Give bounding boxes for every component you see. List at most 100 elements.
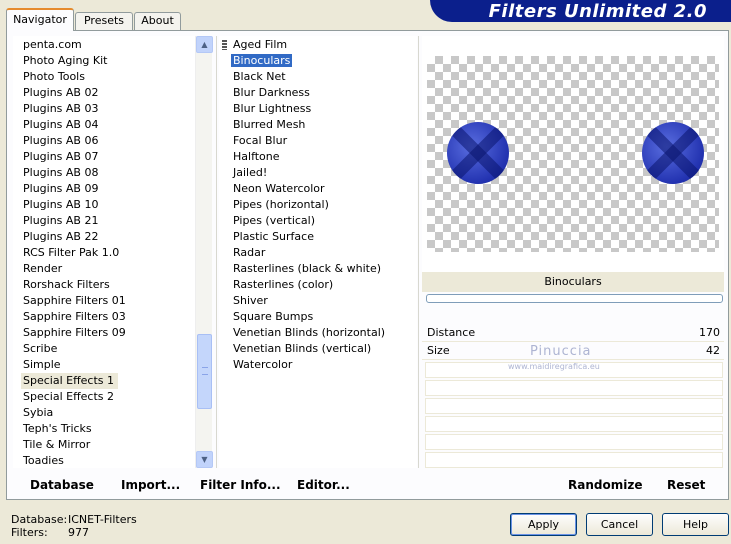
category-item[interactable]: Photo Tools [13, 69, 195, 85]
filter-item[interactable]: Radar [219, 245, 417, 261]
tab-presets[interactable]: Presets [75, 12, 133, 30]
filter-info-button[interactable]: Filter Info... [200, 476, 281, 494]
category-label: Sapphire Filters 01 [23, 294, 126, 307]
filter-item[interactable]: Plastic Surface [219, 229, 417, 245]
apply-button[interactable]: Apply [510, 513, 577, 536]
param-slot [425, 380, 723, 396]
filter-label: Venetian Blinds (vertical) [233, 342, 372, 355]
param-slot [425, 434, 723, 450]
category-item[interactable]: Plugins AB 09 [13, 181, 195, 197]
category-label: Sybia [23, 406, 54, 419]
filter-item[interactable]: Rasterlines (color) [219, 277, 417, 293]
category-label: Scribe [23, 342, 58, 355]
category-item[interactable]: Scribe [13, 341, 195, 357]
category-item[interactable]: Render [13, 261, 195, 277]
category-item[interactable]: RCS Filter Pak 1.0 [13, 245, 195, 261]
filter-item[interactable]: Neon Watercolor [219, 181, 417, 197]
filter-item[interactable]: Blurred Mesh [219, 117, 417, 133]
category-item[interactable]: Plugins AB 04 [13, 117, 195, 133]
filter-label: Rasterlines (black & white) [233, 262, 382, 275]
scroll-up-button[interactable]: ▲ [196, 36, 213, 53]
category-item[interactable]: Sybia [13, 405, 195, 421]
category-item[interactable]: Special Effects 1 [13, 373, 195, 389]
tab-navigator[interactable]: Navigator [6, 8, 74, 31]
category-item[interactable]: Toadies [13, 453, 195, 468]
param-label: Size [427, 344, 450, 357]
param-slot [425, 416, 723, 432]
status-value: ICNET-Filters [68, 513, 137, 526]
filter-item[interactable]: Pipes (vertical) [219, 213, 417, 229]
category-label: Plugins AB 08 [23, 166, 99, 179]
cancel-button[interactable]: Cancel [586, 513, 653, 536]
parameter-panel: Binoculars Distance 170 Size 42 Pinuccia… [422, 272, 724, 468]
reset-button[interactable]: Reset [667, 476, 705, 494]
filter-label: Focal Blur [233, 134, 288, 147]
filter-item[interactable]: Binoculars [219, 53, 417, 69]
help-button[interactable]: Help [662, 513, 729, 536]
filter-item[interactable]: Rasterlines (black & white) [219, 261, 417, 277]
scroll-thumb[interactable] [197, 334, 212, 409]
scroll-down-button[interactable]: ▼ [196, 451, 213, 468]
list-divider [418, 36, 419, 468]
filter-item[interactable]: Aged Film [219, 37, 417, 53]
filter-item[interactable]: Blur Darkness [219, 85, 417, 101]
category-item[interactable]: Rorshack Filters [13, 277, 195, 293]
filter-list[interactable]: Aged Film Binoculars Black Net Blur Darknes… [219, 36, 417, 468]
editor-button[interactable]: Editor... [297, 476, 350, 494]
filter-label: Watercolor [233, 358, 293, 371]
category-item[interactable]: Plugins AB 03 [13, 101, 195, 117]
category-label: Plugins AB 02 [23, 86, 99, 99]
category-item[interactable]: Sapphire Filters 01 [13, 293, 195, 309]
filter-label: Blurred Mesh [233, 118, 306, 131]
filter-label: Neon Watercolor [233, 182, 325, 195]
database-button[interactable]: Database [30, 476, 94, 494]
status-filters: Filters: 977 [11, 526, 89, 539]
category-item[interactable]: Plugins AB 21 [13, 213, 195, 229]
category-label: Teph's Tricks [23, 422, 92, 435]
filter-item[interactable]: Jailed! [219, 165, 417, 181]
randomize-button[interactable]: Randomize [568, 476, 642, 494]
filter-item[interactable]: Halftone [219, 149, 417, 165]
param-distance[interactable]: Distance 170 [422, 324, 724, 342]
filter-label: Venetian Blinds (horizontal) [233, 326, 386, 339]
category-item[interactable]: Plugins AB 02 [13, 85, 195, 101]
filter-label: Aged Film [233, 38, 288, 51]
category-label: RCS Filter Pak 1.0 [23, 246, 120, 259]
category-item[interactable]: Plugins AB 08 [13, 165, 195, 181]
category-item[interactable]: Plugins AB 06 [13, 133, 195, 149]
binocular-lens-left [447, 122, 509, 184]
watermark-url: www.maidiregrafica.eu [508, 362, 600, 371]
filter-item[interactable]: Black Net [219, 69, 417, 85]
filter-label: Rasterlines (color) [233, 278, 334, 291]
category-item[interactable]: Special Effects 2 [13, 389, 195, 405]
tab-about[interactable]: About [134, 12, 181, 30]
filter-item[interactable]: Pipes (horizontal) [219, 197, 417, 213]
category-item[interactable]: Photo Aging Kit [13, 53, 195, 69]
category-label: Sapphire Filters 03 [23, 310, 126, 323]
category-item[interactable]: Teph's Tricks [13, 421, 195, 437]
filter-item[interactable]: Blur Lightness [219, 101, 417, 117]
filter-item[interactable]: Venetian Blinds (horizontal) [219, 325, 417, 341]
category-item[interactable]: Simple [13, 357, 195, 373]
filter-item[interactable]: Square Bumps [219, 309, 417, 325]
filter-item[interactable]: Shiver [219, 293, 417, 309]
category-item[interactable]: Sapphire Filters 03 [13, 309, 195, 325]
title-banner: Filters Unlimited 2.0 [430, 0, 731, 22]
param-slot [425, 452, 723, 468]
category-item[interactable]: Plugins AB 22 [13, 229, 195, 245]
filter-item[interactable]: Focal Blur [219, 133, 417, 149]
category-list[interactable]: penta.com Photo Aging Kit Photo Tools Plugi… [13, 36, 195, 468]
category-item[interactable]: penta.com [13, 37, 195, 53]
status-label: Database: [11, 513, 68, 526]
import-button[interactable]: Import... [121, 476, 180, 494]
category-item[interactable]: Sapphire Filters 09 [13, 325, 195, 341]
category-label: Special Effects 1 [21, 373, 119, 389]
category-label: Plugins AB 04 [23, 118, 99, 131]
category-scrollbar[interactable]: ▲ ▼ [195, 36, 213, 468]
filter-item[interactable]: Venetian Blinds (vertical) [219, 341, 417, 357]
category-item[interactable]: Plugins AB 10 [13, 197, 195, 213]
watermark-text: Pinuccia [530, 344, 592, 359]
category-item[interactable]: Tile & Mirror [13, 437, 195, 453]
filter-item[interactable]: Watercolor [219, 357, 417, 373]
category-item[interactable]: Plugins AB 07 [13, 149, 195, 165]
